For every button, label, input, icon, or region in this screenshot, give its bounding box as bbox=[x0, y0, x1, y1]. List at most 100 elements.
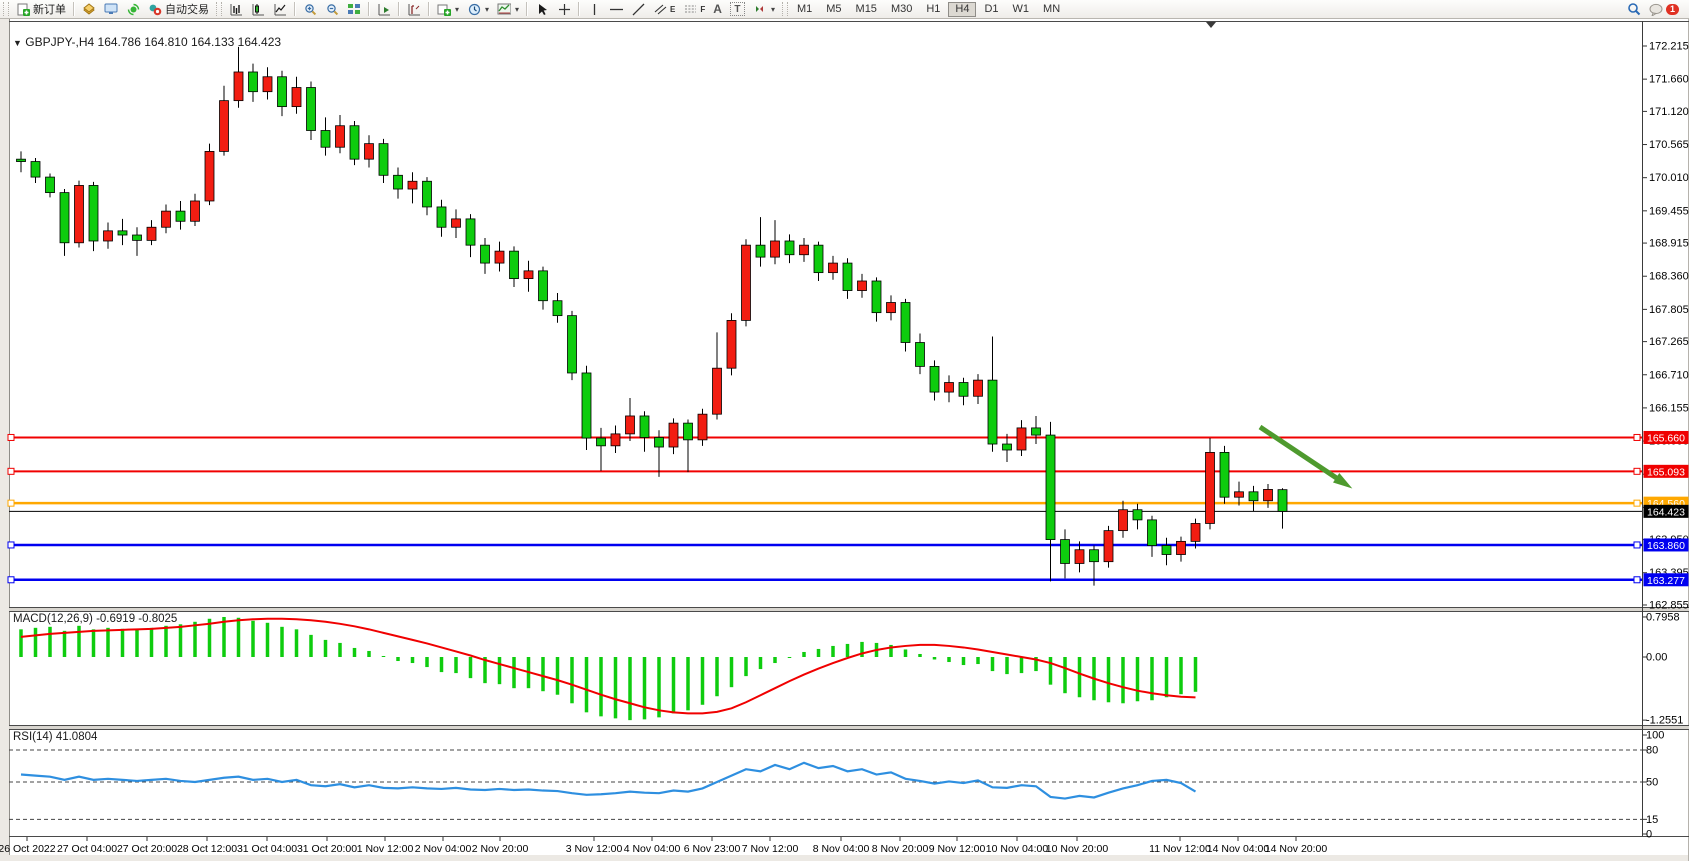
timeframe-M15[interactable]: M15 bbox=[850, 2, 883, 17]
timeframe-H1[interactable]: H1 bbox=[920, 2, 946, 17]
candle-body bbox=[89, 185, 98, 241]
new-order-icon bbox=[16, 3, 30, 16]
candle-body bbox=[1061, 540, 1070, 564]
time-tick-label: 8 Nov 20:00 bbox=[872, 843, 929, 855]
level-line-handle[interactable] bbox=[8, 500, 14, 506]
separator bbox=[73, 2, 75, 16]
auto-trading-button[interactable]: 自动交易 bbox=[144, 1, 213, 17]
pane-separator[interactable] bbox=[9, 608, 1689, 611]
timeframe-M1[interactable]: M1 bbox=[791, 2, 818, 17]
price-tick-label: 167.265 bbox=[1649, 336, 1689, 348]
toolbar-grip[interactable] bbox=[782, 2, 788, 16]
candle-body bbox=[727, 320, 736, 368]
candle-body bbox=[713, 368, 722, 414]
candle-body bbox=[133, 235, 142, 240]
level-line-handle[interactable] bbox=[1634, 542, 1640, 548]
candlestick-chart-button[interactable] bbox=[247, 1, 269, 17]
rsi-tick-label: 80 bbox=[1646, 745, 1658, 757]
time-tick-label: 14 Nov 04:00 bbox=[1207, 843, 1270, 855]
zoom-in-button[interactable] bbox=[299, 1, 321, 17]
rsi-tick-label: 0 bbox=[1646, 829, 1652, 841]
zoom-out-button[interactable] bbox=[321, 1, 343, 17]
signals-button[interactable] bbox=[122, 1, 144, 17]
new-order-button[interactable]: 新订单 bbox=[12, 1, 70, 17]
price-tick-label: 169.455 bbox=[1649, 205, 1689, 217]
candle-body bbox=[568, 316, 577, 373]
time-tick-label: 6 Nov 23:00 bbox=[684, 843, 741, 855]
cascade-windows-icon bbox=[407, 3, 421, 16]
timeframe-H4[interactable]: H4 bbox=[948, 2, 976, 17]
timeframe-MN[interactable]: MN bbox=[1037, 2, 1066, 17]
timeframe-M5[interactable]: M5 bbox=[820, 2, 847, 17]
level-line-handle[interactable] bbox=[8, 542, 14, 548]
candle-body bbox=[350, 126, 359, 159]
level-line-handle[interactable] bbox=[8, 434, 14, 440]
trendline-tool-button[interactable] bbox=[627, 1, 649, 17]
candle-body bbox=[858, 281, 867, 291]
crosshair-icon bbox=[557, 3, 571, 16]
time-tick-label: 27 Oct 04:00 bbox=[57, 843, 117, 855]
channel-tool-button[interactable]: E bbox=[649, 1, 679, 17]
toolbar-grip[interactable] bbox=[3, 2, 9, 16]
candle-body bbox=[1278, 490, 1287, 512]
arrange-windows-icon bbox=[377, 3, 391, 16]
period-button[interactable]: ▾ bbox=[463, 1, 493, 17]
macd-tick-label: 0.7958 bbox=[1646, 611, 1680, 623]
market-watch-button[interactable] bbox=[100, 1, 122, 17]
timeframe-W1[interactable]: W1 bbox=[1007, 2, 1036, 17]
price-badge-label: 163.277 bbox=[1647, 575, 1685, 587]
candle-body bbox=[1090, 550, 1099, 562]
price-tick-label: 170.010 bbox=[1649, 172, 1689, 184]
horizontal-line-tool-button[interactable] bbox=[605, 1, 627, 17]
candle-body bbox=[1003, 444, 1012, 450]
text-tool-button[interactable]: A bbox=[709, 1, 726, 17]
level-line-handle[interactable] bbox=[1634, 500, 1640, 506]
notification-count-badge: 1 bbox=[1666, 4, 1679, 15]
bar-chart-button[interactable] bbox=[225, 1, 247, 17]
timeframe-M30[interactable]: M30 bbox=[885, 2, 918, 17]
vertical-line-tool-button[interactable] bbox=[583, 1, 605, 17]
separator bbox=[578, 2, 580, 16]
chevron-down-icon: ▾ bbox=[455, 5, 459, 14]
candle-body bbox=[1017, 428, 1026, 450]
notifications-button[interactable]: 1 bbox=[1645, 1, 1683, 17]
fibonacci-tool-button[interactable]: F bbox=[679, 1, 709, 17]
candle-body bbox=[756, 245, 765, 257]
metaquotes-button[interactable] bbox=[78, 1, 100, 17]
text-label-tool-button[interactable]: T bbox=[726, 1, 749, 17]
arrows-tool-button[interactable]: ▾ bbox=[749, 1, 779, 17]
pane-separator[interactable] bbox=[9, 726, 1689, 729]
timeframe-D1[interactable]: D1 bbox=[978, 2, 1004, 17]
chart-canvas[interactable]: 172.215171.660171.120170.565170.010169.4… bbox=[0, 18, 1689, 861]
time-tick-label: 28 Oct 12:00 bbox=[177, 843, 237, 855]
candle-body bbox=[278, 77, 287, 107]
level-line-handle[interactable] bbox=[8, 577, 14, 583]
cursor-tool-button[interactable] bbox=[531, 1, 553, 17]
candle-body bbox=[901, 302, 910, 342]
candle-body bbox=[742, 245, 751, 320]
level-line-handle[interactable] bbox=[1634, 577, 1640, 583]
tile-windows-button[interactable] bbox=[343, 1, 365, 17]
level-line-handle[interactable] bbox=[1634, 468, 1640, 474]
crosshair-tool-button[interactable] bbox=[553, 1, 575, 17]
level-line-handle[interactable] bbox=[1634, 434, 1640, 440]
level-line-handle[interactable] bbox=[8, 468, 14, 474]
chart-template-button[interactable]: ▾ bbox=[493, 1, 523, 17]
candle-body bbox=[655, 437, 664, 447]
line-chart-button[interactable] bbox=[269, 1, 291, 17]
gold-box-icon bbox=[82, 3, 96, 16]
price-tick-label: 170.565 bbox=[1649, 139, 1689, 151]
new-chart-button[interactable]: ▾ bbox=[433, 1, 463, 17]
arrange-windows-button[interactable] bbox=[373, 1, 395, 17]
rsi-tick-label: 50 bbox=[1646, 777, 1658, 789]
candle-body bbox=[205, 151, 214, 201]
new-chart-icon bbox=[437, 3, 451, 16]
candle-body bbox=[75, 185, 84, 242]
cascade-windows-button[interactable] bbox=[403, 1, 425, 17]
vertical-line-icon bbox=[587, 3, 601, 16]
search-button[interactable] bbox=[1623, 1, 1645, 17]
candle-body bbox=[1264, 489, 1273, 500]
time-tick-label: 2 Nov 04:00 bbox=[415, 843, 472, 855]
price-tick-label: 168.360 bbox=[1649, 271, 1689, 283]
toolbar-grip[interactable] bbox=[216, 2, 222, 16]
